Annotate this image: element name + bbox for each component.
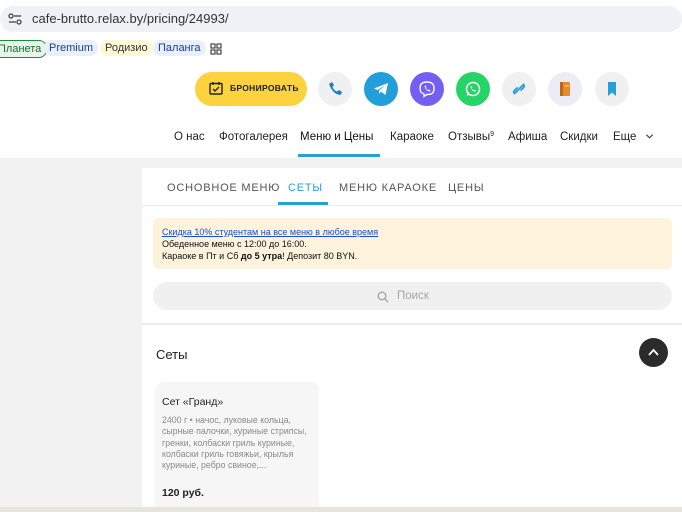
nav-reviews-label: Отзывы (448, 131, 491, 143)
lunch-menu-text: Обеденное меню с 12:00 до 16:00. (162, 239, 307, 249)
search-icon (377, 290, 389, 303)
nav-menu-prices[interactable]: Меню и Цены (300, 131, 373, 143)
set-description: 2400 г • начос, луковые кольца, сырные п… (162, 415, 307, 471)
whatsapp-icon (465, 81, 481, 97)
phone-icon (329, 82, 342, 95)
chevron-down-icon (645, 134, 653, 140)
nav-about[interactable]: О нас (174, 131, 205, 143)
scroll-to-top-button[interactable] (639, 338, 668, 367)
telegram-button[interactable] (364, 72, 398, 106)
chevron-up-icon (648, 348, 659, 356)
calendar-check-icon (209, 81, 223, 95)
bookmark-planeta[interactable]: Планета (0, 40, 48, 58)
link-icon (512, 83, 526, 95)
tab-main-menu[interactable]: ОСНОВНОЕ МЕНЮ (167, 182, 280, 194)
bookmark-palanga[interactable]: Паланга (153, 40, 206, 56)
bottom-edge (0, 507, 682, 512)
save-bookmark-button[interactable] (595, 72, 629, 106)
nav-karaoke[interactable]: Караоке (390, 131, 434, 143)
menu-book-icon (560, 82, 570, 96)
book-button-label: БРОНИРОВАТЬ (230, 83, 299, 93)
search-placeholder: Поиск (397, 290, 429, 302)
reviews-count-badge: 9 (490, 131, 495, 138)
tabs-divider (142, 205, 682, 206)
nav-more-label: Еще (613, 131, 637, 143)
menu-book-button[interactable] (548, 72, 582, 106)
set-price: 120 руб. (162, 487, 204, 499)
url-text[interactable]: cafe-brutto.relax.by/pricing/24993/ (32, 11, 229, 26)
karaoke-hours-suffix: ! Депозит 80 BYN. (282, 251, 358, 261)
section-divider (142, 323, 682, 325)
viber-button[interactable] (410, 72, 444, 106)
karaoke-hours-text: Караоке в Пт и Сб до 5 утра! Депозит 80 … (162, 251, 357, 261)
tab-karaoke-menu[interactable]: МЕНЮ КАРАОКЕ (339, 182, 437, 194)
bookmark-icon (608, 82, 616, 96)
nav-more[interactable]: Еще (613, 131, 654, 143)
phone-button[interactable] (318, 72, 352, 106)
section-title: Сеты (156, 347, 188, 362)
karaoke-hours-bold: до 5 утра (240, 251, 283, 261)
student-discount-link[interactable]: Скидка 10% студентам на все меню в любое… (162, 227, 378, 237)
nav-reviews[interactable]: Отзывы9 (448, 131, 494, 143)
site-settings-icon[interactable] (8, 12, 22, 26)
viber-icon (419, 81, 435, 98)
apps-grid-icon[interactable] (210, 42, 222, 55)
nav-events[interactable]: Афиша (508, 131, 547, 143)
tab-prices[interactable]: ЦЕНЫ (448, 182, 484, 194)
telegram-icon (374, 83, 388, 95)
copy-link-button[interactable] (502, 72, 536, 106)
bookmark-premium[interactable]: Premium (44, 40, 99, 56)
karaoke-hours-prefix: Караоке в Пт и Сб (162, 251, 241, 261)
nav-discounts[interactable]: Скидки (560, 131, 598, 143)
bookmark-rodizio[interactable]: Родизио (100, 40, 153, 56)
nav-gallery[interactable]: Фотогалерея (219, 131, 288, 143)
whatsapp-button[interactable] (456, 72, 490, 106)
tab-sets[interactable]: СЕТЫ (288, 182, 323, 194)
set-name: Сет «Гранд» (162, 396, 224, 408)
nav-active-indicator (298, 154, 380, 157)
